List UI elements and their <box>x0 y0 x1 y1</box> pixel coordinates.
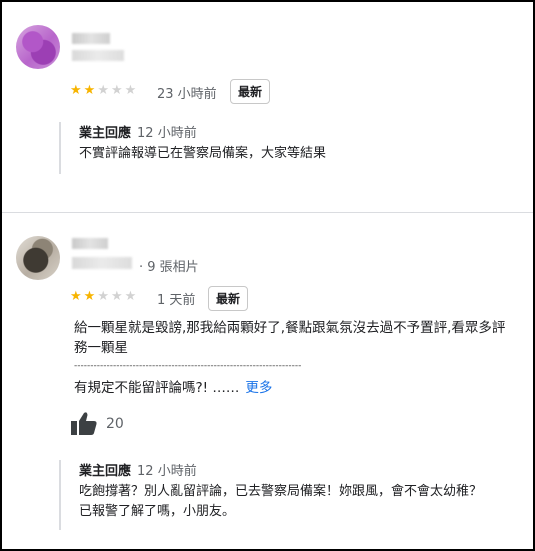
reviewer-meta-blurred <box>72 50 124 61</box>
star-icon: ★ <box>124 289 137 304</box>
owner-reply: 業主回應 12 小時前 不實評論報導已在警察局備案，大家等結果 <box>59 122 533 174</box>
star-icon: ★ <box>124 83 137 98</box>
star-icon: ★ <box>70 289 82 304</box>
review-time: 23 小時前 <box>157 87 217 102</box>
photo-count[interactable]: · 9 張相片 <box>139 256 199 275</box>
newest-badge[interactable]: 最新 <box>230 79 271 104</box>
more-link[interactable]: 更多 <box>245 380 272 396</box>
review-separator: ----------------------------------------… <box>74 361 302 371</box>
star-icon: ★ <box>97 83 109 98</box>
owner-reply-time: 12 小時前 <box>137 126 197 141</box>
rating-stars: ★ ★ ★ ★ ★ <box>70 84 136 98</box>
reviewer-avatar[interactable] <box>16 236 60 280</box>
star-icon: ★ <box>110 289 123 304</box>
review-divider <box>2 212 533 213</box>
owner-reply: 業主回應 12 小時前 吃飽撐著？別人亂留評論，已去警察局備案！妳跟風，會不會太幼… <box>59 460 533 530</box>
owner-reply-header: 業主回應 12 小時前 <box>79 122 533 141</box>
owner-reply-text: 不實評論報導已在警察局備案，大家等結果 <box>79 146 327 161</box>
screenshot-frame: ★ ★ ★ ★ ★ 23 小時前 最新 業主回應 12 小時前 不實評論報導已在警… <box>0 0 535 551</box>
newest-badge[interactable]: 最新 <box>208 286 249 311</box>
reviewer-name-blurred[interactable] <box>72 33 110 44</box>
owner-label: 業主回應 <box>79 126 132 141</box>
owner-label: 業主回應 <box>79 464 132 479</box>
reviewer-meta-blurred <box>72 257 132 269</box>
review-text-line-2: 務一顆星 <box>74 340 128 356</box>
review-text-question: 有規定不能留評論嗎?! …… 更多 <box>74 379 272 398</box>
review-time: 1 天前 <box>157 293 196 308</box>
star-icon: ★ <box>70 83 82 98</box>
like-count: 20 <box>106 416 124 432</box>
owner-reply-time: 12 小時前 <box>137 464 197 479</box>
star-icon: ★ <box>83 289 96 304</box>
star-icon: ★ <box>110 83 123 98</box>
rating-stars: ★ ★ ★ ★ ★ <box>70 290 136 304</box>
star-icon: ★ <box>97 289 109 304</box>
owner-reply-header: 業主回應 12 小時前 <box>79 460 533 479</box>
reviewer-name-blurred[interactable] <box>72 238 108 249</box>
reviewer-avatar[interactable] <box>16 25 60 69</box>
star-icon: ★ <box>83 83 96 98</box>
review-text-line-1: 給一顆星就是毀謗,那我給兩顆好了,餐點跟氣氛沒去過不予置評,看眾多評 <box>74 320 506 336</box>
owner-reply-text: 吃飽撐著？別人亂留評論，已去警察局備案！妳跟風，會不會太幼稚？ 已報警了解了嗎，… <box>79 484 483 519</box>
review-question-text: 有規定不能留評論嗎?! …… <box>74 380 240 396</box>
thumbs-up-icon[interactable] <box>71 411 97 435</box>
